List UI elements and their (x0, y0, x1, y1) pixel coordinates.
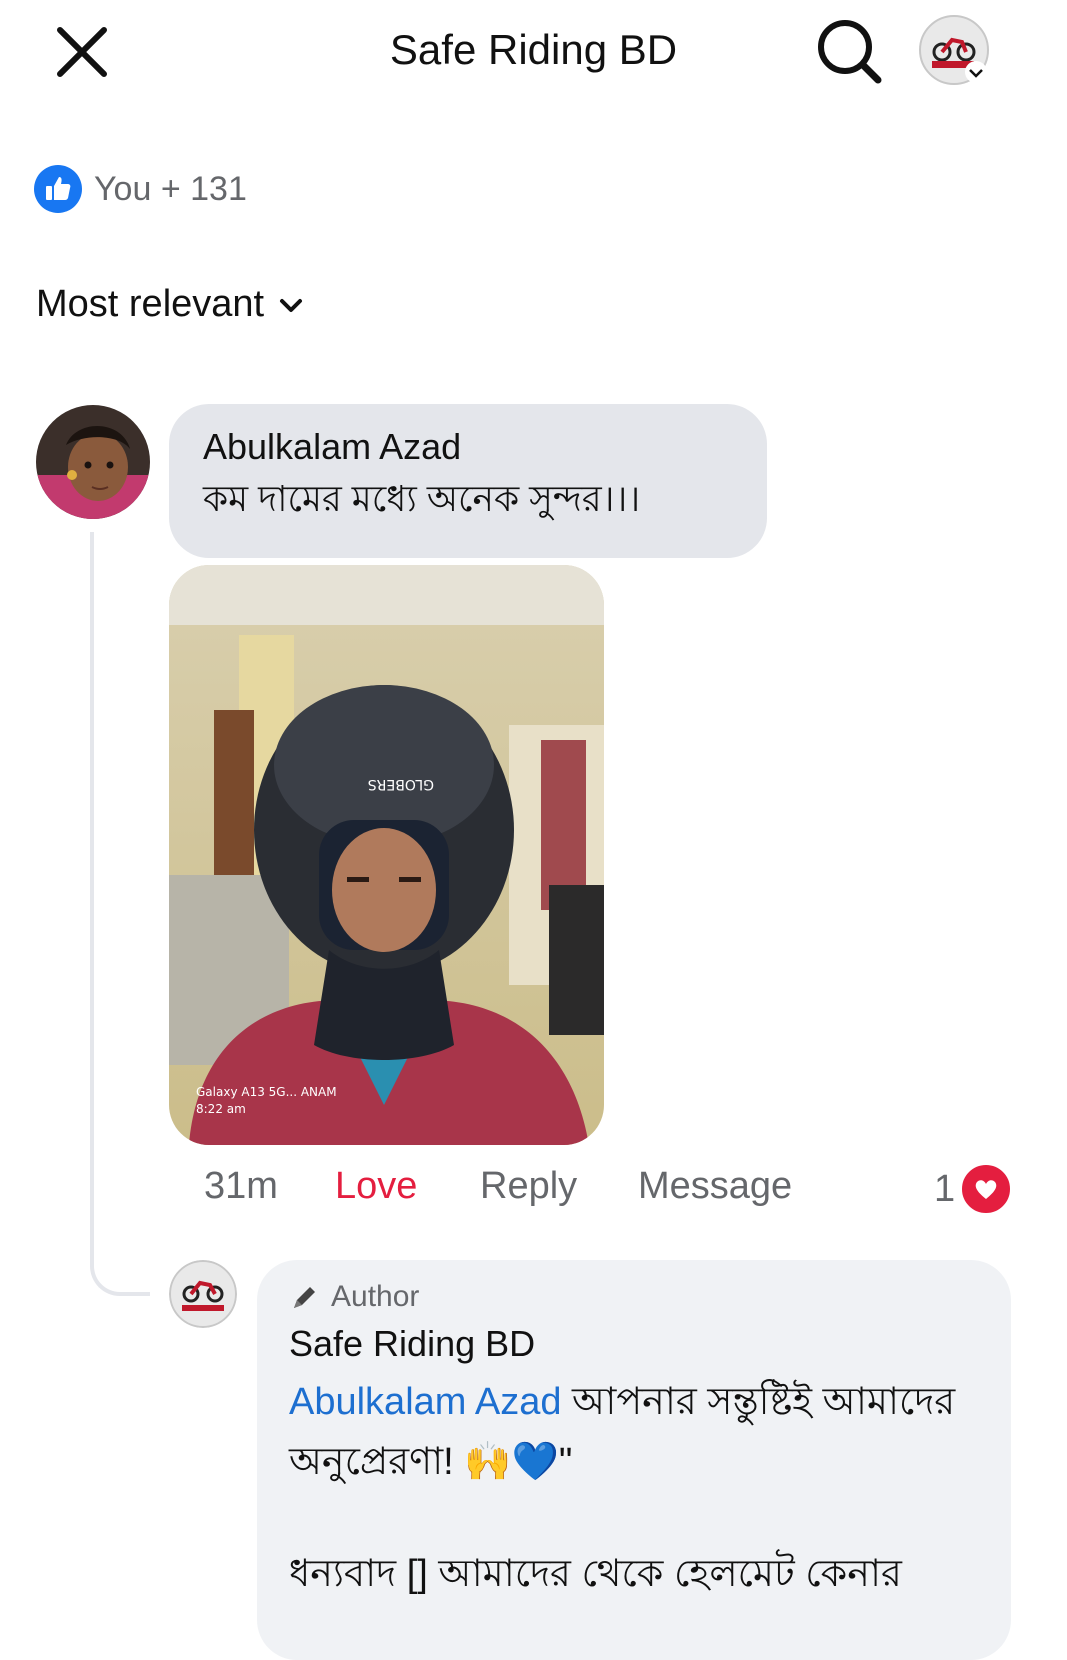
search-icon (818, 20, 882, 84)
like-icon (34, 165, 82, 213)
commenter-avatar[interactable] (36, 405, 150, 519)
message-button[interactable]: Message (638, 1165, 792, 1208)
pencil-icon (294, 1287, 315, 1308)
love-button[interactable]: Love (335, 1165, 417, 1208)
thread-connector (90, 532, 150, 1296)
page-title: Safe Riding BD (389, 26, 678, 73)
author-badge-label: Author (331, 1280, 420, 1313)
comment-reaction-count[interactable]: 1 (934, 1162, 1014, 1216)
comment-photo[interactable]: GLOBERS (169, 565, 604, 1145)
page-avatar (919, 15, 989, 85)
reply-text: Abulkalam Azad আপনার সন্তুষ্টিই আমাদের অ… (289, 1372, 979, 1492)
comment-text: কম দামের মধ্যে অনেক সুন্দর।।। (203, 478, 641, 519)
comment-bubble[interactable]: Abulkalam Azad কম দামের মধ্যে অনেক সুন্দ… (169, 404, 767, 558)
author-badge: Author (289, 1278, 979, 1316)
reply-button[interactable]: Reply (480, 1165, 577, 1208)
page-avatar-switcher[interactable] (918, 14, 990, 86)
helmet-brand: GLOBERS (368, 776, 434, 792)
reply-text-continued: ধন্যবাদ [] আমাদের থেকে হেলমেট কেনার (289, 1553, 902, 1595)
search-button[interactable] (812, 14, 886, 88)
reaction-count-number: 1 (934, 1167, 956, 1210)
reply-bubble[interactable]: Author Safe Riding BD Abulkalam Azad আপন… (257, 1260, 1011, 1660)
reply-author-avatar[interactable] (169, 1260, 237, 1328)
photo-watermark-line-1: Galaxy A13 5G... ANAM (196, 1085, 337, 1099)
photo-watermark: Galaxy A13 5G... ANAM 8:22 am (196, 1084, 337, 1118)
reply-author-name[interactable]: Safe Riding BD (289, 1316, 979, 1372)
comment-timestamp[interactable]: 31m (204, 1165, 278, 1208)
chevron-down-icon (280, 298, 303, 312)
reactions-count: You + 131 (94, 169, 247, 208)
sort-label: Most relevant (36, 283, 265, 325)
heart-icon (959, 1162, 1014, 1216)
mention-link[interactable]: Abulkalam Azad (289, 1381, 562, 1423)
comment-author[interactable]: Abulkalam Azad (203, 424, 733, 470)
photo-watermark-line-2: 8:22 am (196, 1102, 246, 1116)
reactions-summary[interactable]: You + 131 (34, 164, 247, 214)
sort-dropdown[interactable]: Most relevant (36, 283, 304, 326)
